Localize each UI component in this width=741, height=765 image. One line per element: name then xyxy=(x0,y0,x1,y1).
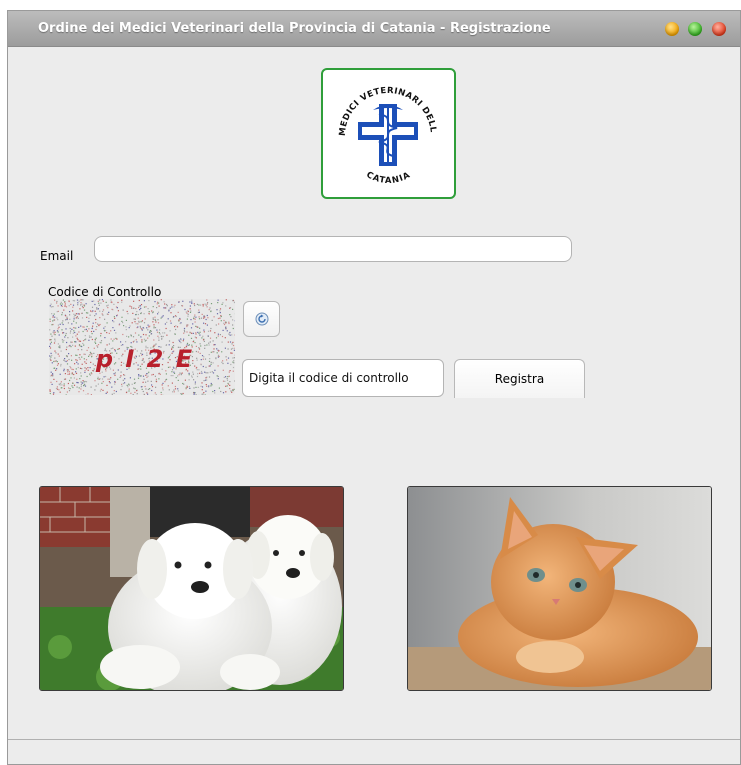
minimize-button[interactable] xyxy=(665,22,679,36)
close-button[interactable] xyxy=(712,22,726,36)
svg-text:CATANIA: CATANIA xyxy=(364,170,412,186)
footer-divider xyxy=(8,739,740,740)
kitten-photo xyxy=(407,486,712,691)
refresh-icon xyxy=(255,312,268,326)
register-button[interactable]: Registra xyxy=(454,359,585,398)
captcha-input[interactable] xyxy=(242,359,444,397)
logo-text-bottom: CATANIA xyxy=(364,170,411,186)
order-logo: ORDINE DEI MEDICI VETERINARI DELLA PROVI… xyxy=(319,63,456,199)
captcha-code: p I 2 E xyxy=(95,345,194,373)
dogs-photo xyxy=(39,486,344,691)
registration-window: Ordine dei Medici Veterinari della Provi… xyxy=(7,10,741,765)
captcha-label: Codice di Controllo xyxy=(48,285,162,299)
title-bar[interactable]: Ordine dei Medici Veterinari della Provi… xyxy=(8,11,740,47)
maximize-button[interactable] xyxy=(688,22,702,36)
email-label: Email xyxy=(40,249,74,263)
refresh-captcha-button[interactable] xyxy=(243,301,280,337)
window-title: Ordine dei Medici Veterinari della Provi… xyxy=(38,21,551,36)
captcha-image: p I 2 E xyxy=(49,299,235,395)
email-field[interactable] xyxy=(94,236,572,262)
